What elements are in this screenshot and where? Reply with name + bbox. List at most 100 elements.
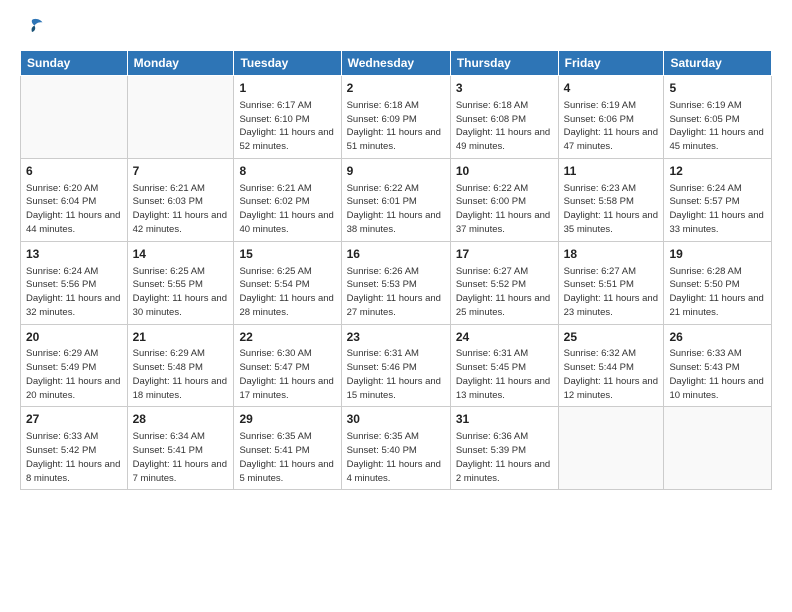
calendar-cell: 29Sunrise: 6:35 AMSunset: 5:41 PMDayligh… [234, 407, 341, 490]
day-info: Sunrise: 6:34 AMSunset: 5:41 PMDaylight:… [133, 430, 229, 485]
day-info: Sunrise: 6:17 AMSunset: 6:10 PMDaylight:… [239, 99, 335, 154]
calendar-cell: 22Sunrise: 6:30 AMSunset: 5:47 PMDayligh… [234, 324, 341, 407]
day-number: 14 [133, 246, 229, 263]
day-info: Sunrise: 6:23 AMSunset: 5:58 PMDaylight:… [564, 182, 659, 237]
day-info: Sunrise: 6:18 AMSunset: 6:09 PMDaylight:… [347, 99, 445, 154]
day-info: Sunrise: 6:29 AMSunset: 5:49 PMDaylight:… [26, 347, 122, 402]
calendar-cell: 25Sunrise: 6:32 AMSunset: 5:44 PMDayligh… [558, 324, 664, 407]
calendar-cell: 12 Sunrise: 6:24 AMSunset: 5:57 PMDayligh… [664, 158, 772, 241]
day-number: 1 [239, 80, 335, 97]
calendar-cell: 7 Sunrise: 6:21 AMSunset: 6:03 PMDaylight… [127, 158, 234, 241]
day-number: 27 [26, 411, 122, 428]
day-number: 22 [239, 329, 335, 346]
day-info: Sunrise: 6:31 AMSunset: 5:45 PMDaylight:… [456, 347, 553, 402]
calendar-cell: 28 Sunrise: 6:34 AMSunset: 5:41 PMDayligh… [127, 407, 234, 490]
day-info: Sunrise: 6:22 AMSunset: 6:01 PMDaylight:… [347, 182, 445, 237]
day-number: 2 [347, 80, 445, 97]
header [20, 16, 772, 40]
calendar-cell: 10Sunrise: 6:22 AMSunset: 6:00 PMDayligh… [450, 158, 558, 241]
day-of-week-header: Friday [558, 51, 664, 76]
day-number: 17 [456, 246, 553, 263]
day-number: 6 [26, 163, 122, 180]
day-number: 24 [456, 329, 553, 346]
calendar-cell: 2 Sunrise: 6:18 AMSunset: 6:09 PMDaylight… [341, 76, 450, 159]
calendar-cell: 13 Sunrise: 6:24 AMSunset: 5:56 PMDayligh… [21, 241, 128, 324]
day-info: Sunrise: 6:21 AMSunset: 6:03 PMDaylight:… [133, 182, 229, 237]
calendar-cell: 9 Sunrise: 6:22 AMSunset: 6:01 PMDaylight… [341, 158, 450, 241]
day-number: 3 [456, 80, 553, 97]
day-info: Sunrise: 6:19 AMSunset: 6:06 PMDaylight:… [564, 99, 659, 154]
calendar-cell: 4 Sunrise: 6:19 AMSunset: 6:06 PMDaylight… [558, 76, 664, 159]
calendar-cell: 18 Sunrise: 6:27 AMSunset: 5:51 PMDayligh… [558, 241, 664, 324]
day-number: 30 [347, 411, 445, 428]
day-number: 28 [133, 411, 229, 428]
calendar-cell [664, 407, 772, 490]
calendar-cell [558, 407, 664, 490]
calendar-cell: 27 Sunrise: 6:33 AMSunset: 5:42 PMDayligh… [21, 407, 128, 490]
week-row: 27 Sunrise: 6:33 AMSunset: 5:42 PMDayligh… [21, 407, 772, 490]
day-info: Sunrise: 6:27 AMSunset: 5:52 PMDaylight:… [456, 265, 553, 320]
calendar-cell [127, 76, 234, 159]
day-number: 26 [669, 329, 766, 346]
day-of-week-header: Sunday [21, 51, 128, 76]
day-info: Sunrise: 6:28 AMSunset: 5:50 PMDaylight:… [669, 265, 766, 320]
day-number: 16 [347, 246, 445, 263]
calendar-cell: 30Sunrise: 6:35 AMSunset: 5:40 PMDayligh… [341, 407, 450, 490]
calendar-cell: 26Sunrise: 6:33 AMSunset: 5:43 PMDayligh… [664, 324, 772, 407]
calendar-cell [21, 76, 128, 159]
day-info: Sunrise: 6:35 AMSunset: 5:41 PMDaylight:… [239, 430, 335, 485]
day-number: 15 [239, 246, 335, 263]
calendar-cell: 14 Sunrise: 6:25 AMSunset: 5:55 PMDayligh… [127, 241, 234, 324]
calendar-cell: 31Sunrise: 6:36 AMSunset: 5:39 PMDayligh… [450, 407, 558, 490]
day-number: 4 [564, 80, 659, 97]
page: SundayMondayTuesdayWednesdayThursdayFrid… [0, 0, 792, 612]
day-number: 13 [26, 246, 122, 263]
week-row: 1 Sunrise: 6:17 AMSunset: 6:10 PMDaylight… [21, 76, 772, 159]
calendar-cell: 3 Sunrise: 6:18 AMSunset: 6:08 PMDaylight… [450, 76, 558, 159]
day-of-week-header: Saturday [664, 51, 772, 76]
week-row: 20Sunrise: 6:29 AMSunset: 5:49 PMDayligh… [21, 324, 772, 407]
day-info: Sunrise: 6:21 AMSunset: 6:02 PMDaylight:… [239, 182, 335, 237]
calendar-cell: 6 Sunrise: 6:20 AMSunset: 6:04 PMDaylight… [21, 158, 128, 241]
calendar-cell: 17 Sunrise: 6:27 AMSunset: 5:52 PMDayligh… [450, 241, 558, 324]
day-info: Sunrise: 6:31 AMSunset: 5:46 PMDaylight:… [347, 347, 445, 402]
day-info: Sunrise: 6:30 AMSunset: 5:47 PMDaylight:… [239, 347, 335, 402]
day-of-week-header: Wednesday [341, 51, 450, 76]
day-of-week-header: Thursday [450, 51, 558, 76]
day-info: Sunrise: 6:24 AMSunset: 5:57 PMDaylight:… [669, 182, 766, 237]
calendar-cell: 11 Sunrise: 6:23 AMSunset: 5:58 PMDayligh… [558, 158, 664, 241]
day-info: Sunrise: 6:24 AMSunset: 5:56 PMDaylight:… [26, 265, 122, 320]
day-number: 25 [564, 329, 659, 346]
day-number: 7 [133, 163, 229, 180]
calendar-cell: 8 Sunrise: 6:21 AMSunset: 6:02 PMDaylight… [234, 158, 341, 241]
day-number: 23 [347, 329, 445, 346]
calendar-cell: 15 Sunrise: 6:25 AMSunset: 5:54 PMDayligh… [234, 241, 341, 324]
day-info: Sunrise: 6:29 AMSunset: 5:48 PMDaylight:… [133, 347, 229, 402]
day-info: Sunrise: 6:26 AMSunset: 5:53 PMDaylight:… [347, 265, 445, 320]
calendar-header-row: SundayMondayTuesdayWednesdayThursdayFrid… [21, 51, 772, 76]
calendar-cell: 24Sunrise: 6:31 AMSunset: 5:45 PMDayligh… [450, 324, 558, 407]
logo [20, 16, 48, 40]
day-number: 21 [133, 329, 229, 346]
day-info: Sunrise: 6:19 AMSunset: 6:05 PMDaylight:… [669, 99, 766, 154]
calendar-cell: 1 Sunrise: 6:17 AMSunset: 6:10 PMDaylight… [234, 76, 341, 159]
day-info: Sunrise: 6:27 AMSunset: 5:51 PMDaylight:… [564, 265, 659, 320]
calendar-cell: 21Sunrise: 6:29 AMSunset: 5:48 PMDayligh… [127, 324, 234, 407]
day-number: 19 [669, 246, 766, 263]
day-info: Sunrise: 6:33 AMSunset: 5:43 PMDaylight:… [669, 347, 766, 402]
day-info: Sunrise: 6:25 AMSunset: 5:54 PMDaylight:… [239, 265, 335, 320]
calendar-table: SundayMondayTuesdayWednesdayThursdayFrid… [20, 50, 772, 490]
day-number: 8 [239, 163, 335, 180]
day-info: Sunrise: 6:20 AMSunset: 6:04 PMDaylight:… [26, 182, 122, 237]
week-row: 6 Sunrise: 6:20 AMSunset: 6:04 PMDaylight… [21, 158, 772, 241]
day-info: Sunrise: 6:25 AMSunset: 5:55 PMDaylight:… [133, 265, 229, 320]
day-number: 9 [347, 163, 445, 180]
day-info: Sunrise: 6:18 AMSunset: 6:08 PMDaylight:… [456, 99, 553, 154]
day-info: Sunrise: 6:36 AMSunset: 5:39 PMDaylight:… [456, 430, 553, 485]
day-of-week-header: Tuesday [234, 51, 341, 76]
day-number: 18 [564, 246, 659, 263]
day-number: 11 [564, 163, 659, 180]
calendar-cell: 20Sunrise: 6:29 AMSunset: 5:49 PMDayligh… [21, 324, 128, 407]
day-number: 12 [669, 163, 766, 180]
day-info: Sunrise: 6:33 AMSunset: 5:42 PMDaylight:… [26, 430, 122, 485]
